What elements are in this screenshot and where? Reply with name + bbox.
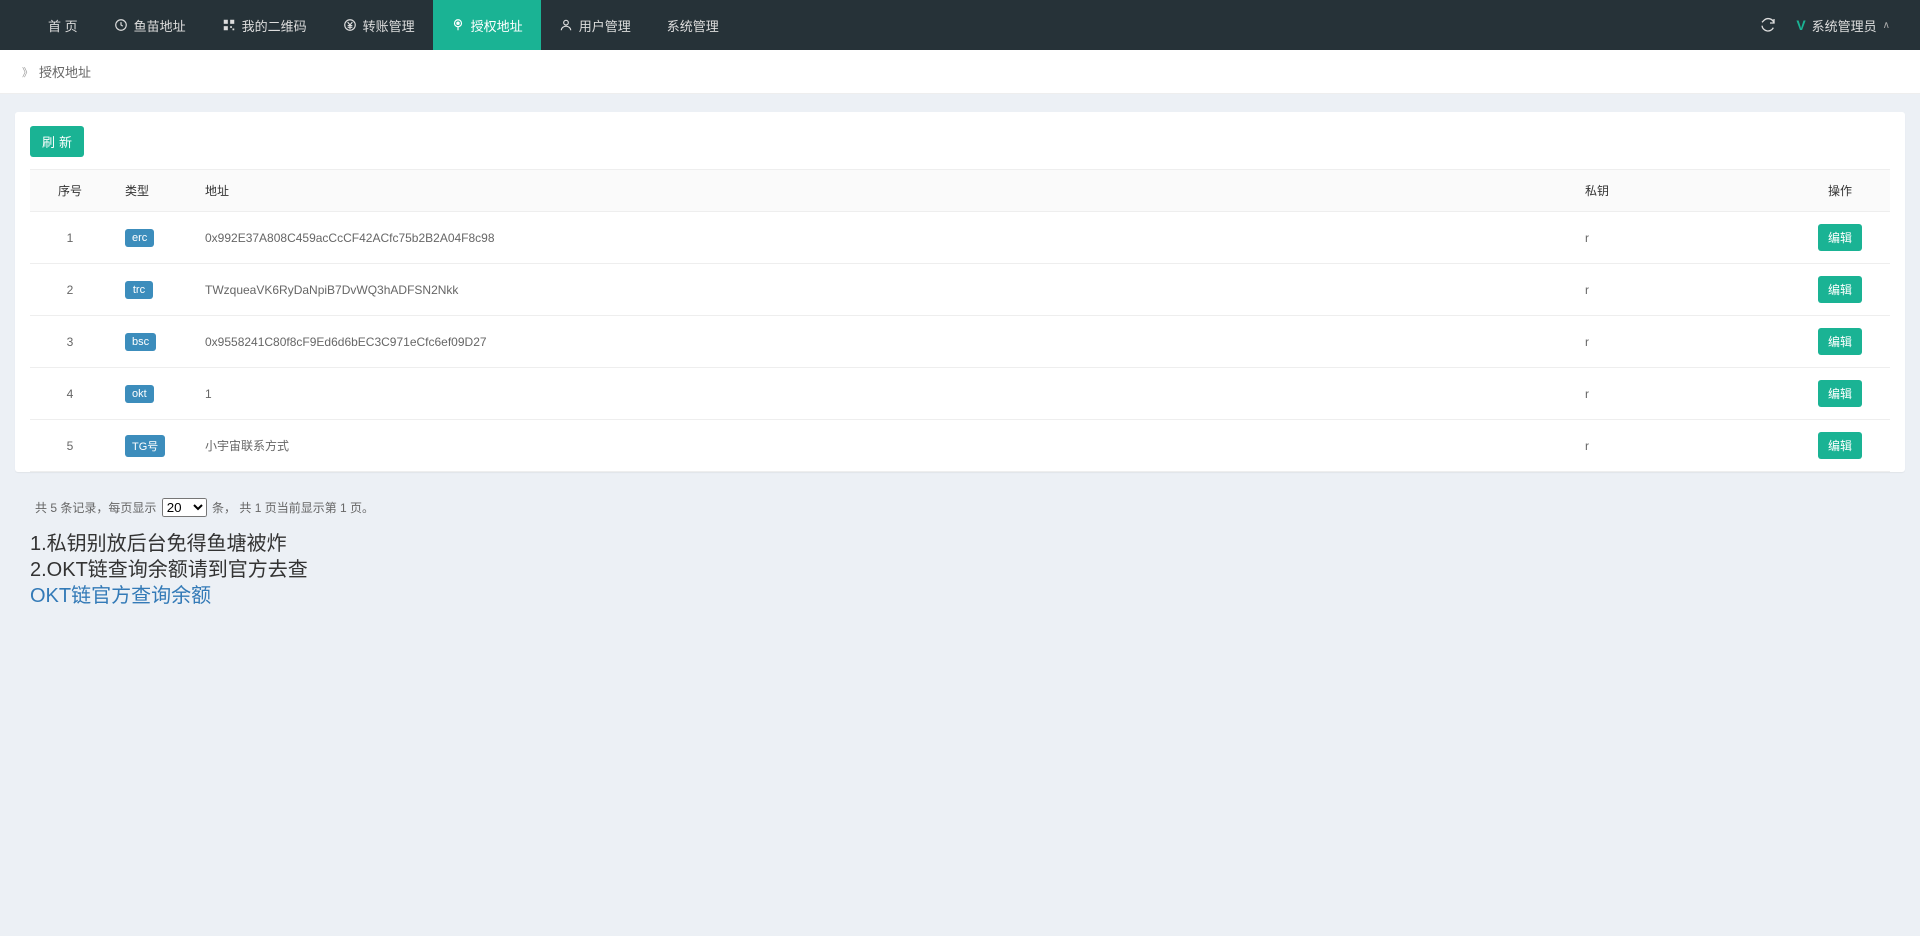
- cell-address: TWzqueaVK6RyDaNpiB7DvWQ3hADFSN2Nkk: [190, 264, 1570, 316]
- cell-address: 1: [190, 368, 1570, 420]
- table-header-row: 序号 类型 地址 私钥 操作: [30, 170, 1890, 212]
- cell-key: r: [1570, 368, 1790, 420]
- cell-key: r: [1570, 264, 1790, 316]
- nav-label: 我的二维码: [242, 16, 307, 35]
- nav-label: 转账管理: [363, 16, 415, 35]
- table-row: 4 okt 1r 编辑: [30, 368, 1890, 420]
- cell-type: okt: [110, 368, 190, 420]
- nav-label: 授权地址: [471, 16, 523, 35]
- cell-key: r: [1570, 212, 1790, 264]
- user-prefix-icon: V: [1796, 17, 1805, 33]
- page-size-select[interactable]: 102050100: [162, 498, 207, 517]
- cell-action: 编辑: [1790, 316, 1890, 368]
- cell-index: 3: [30, 316, 110, 368]
- cell-type: erc: [110, 212, 190, 264]
- nav-transfer[interactable]: 转账管理: [325, 0, 433, 50]
- cell-address: 0x9558241C80f8cF9Ed6d6bEC3C971eCfc6ef09D…: [190, 316, 1570, 368]
- table-row: 5 TG号 小宇宙联系方式r 编辑: [30, 420, 1890, 472]
- footer-note-2: 2.OKT链查询余额请到官方去查: [30, 557, 1890, 583]
- edit-button[interactable]: 编辑: [1818, 328, 1862, 355]
- table-row: 2 trc TWzqueaVK6RyDaNpiB7DvWQ3hADFSN2Nkkr 编…: [30, 264, 1890, 316]
- cell-index: 5: [30, 420, 110, 472]
- type-tag: trc: [125, 281, 153, 299]
- content-wrapper: 刷新 序号 类型 地址 私钥 操作 1 erc 0x992E37A808C459ac…: [0, 94, 1920, 623]
- cell-index: 4: [30, 368, 110, 420]
- edit-button[interactable]: 编辑: [1818, 380, 1862, 407]
- top-navbar: 首 页 鱼苗地址 我的二维码 转账管理 授权地址 用户管理 系统管理: [0, 0, 1920, 50]
- chevron-up-icon: ∧: [1883, 20, 1890, 31]
- type-tag: TG号: [125, 435, 165, 457]
- edit-button[interactable]: 编辑: [1818, 224, 1862, 251]
- cell-index: 1: [30, 212, 110, 264]
- cell-type: trc: [110, 264, 190, 316]
- pagination-suffix: 条， 共 1 页当前显示第 1 页。: [212, 501, 374, 515]
- footer-note-1: 1.私钥别放后台免得鱼塘被炸: [30, 531, 1890, 557]
- nav-user-mgmt[interactable]: 用户管理: [541, 0, 649, 50]
- nav-qrcode[interactable]: 我的二维码: [204, 0, 325, 50]
- breadcrumb: 》 授权地址: [0, 50, 1920, 94]
- cell-type: TG号: [110, 420, 190, 472]
- edit-button[interactable]: 编辑: [1818, 276, 1862, 303]
- nav-system-mgmt[interactable]: 系统管理: [649, 0, 737, 50]
- user-menu[interactable]: V 系统管理员 ∧: [1796, 16, 1890, 35]
- cell-address: 0x992E37A808C459acCcCF42ACfc75b2B2A04F8c…: [190, 212, 1570, 264]
- nav-label: 鱼苗地址: [134, 16, 186, 35]
- nav-auth-address[interactable]: 授权地址: [433, 0, 541, 50]
- table-row: 1 erc 0x992E37A808C459acCcCF42ACfc75b2B2A0…: [30, 212, 1890, 264]
- cell-type: bsc: [110, 316, 190, 368]
- user-label: 系统管理员: [1812, 16, 1877, 35]
- cell-action: 编辑: [1790, 420, 1890, 472]
- nav-fish-address[interactable]: 鱼苗地址: [96, 0, 204, 50]
- cell-action: 编辑: [1790, 264, 1890, 316]
- address-table: 序号 类型 地址 私钥 操作 1 erc 0x992E37A808C459acCcC…: [30, 169, 1890, 472]
- type-tag: okt: [125, 385, 154, 403]
- okt-official-link[interactable]: OKT链官方查询余额: [30, 585, 211, 607]
- nav-left: 首 页 鱼苗地址 我的二维码 转账管理 授权地址 用户管理 系统管理: [10, 0, 737, 50]
- pagination-prefix: 共 5 条记录，每页显示: [35, 501, 160, 515]
- nav-label: 首 页: [48, 16, 78, 35]
- nav-label: 用户管理: [579, 16, 631, 35]
- pin-icon: [451, 18, 465, 32]
- header-address: 地址: [190, 170, 1570, 212]
- main-panel: 刷新 序号 类型 地址 私钥 操作 1 erc 0x992E37A808C459ac…: [15, 112, 1905, 472]
- type-tag: erc: [125, 229, 154, 247]
- type-tag: bsc: [125, 333, 156, 351]
- footer-notes: 1.私钥别放后台免得鱼塘被炸 2.OKT链查询余额请到官方去查 OKT链官方查询…: [15, 527, 1905, 613]
- header-index: 序号: [30, 170, 110, 212]
- breadcrumb-arrow-icon: 》: [22, 64, 33, 80]
- breadcrumb-current: 授权地址: [39, 62, 91, 81]
- clock-icon: [114, 18, 128, 32]
- cell-action: 编辑: [1790, 368, 1890, 420]
- nav-label: 系统管理: [667, 16, 719, 35]
- header-action: 操作: [1790, 170, 1890, 212]
- cell-index: 2: [30, 264, 110, 316]
- refresh-icon[interactable]: [1760, 17, 1776, 33]
- table-row: 3 bsc 0x9558241C80f8cF9Ed6d6bEC3C971eCfc6e…: [30, 316, 1890, 368]
- cell-address: 小宇宙联系方式: [190, 420, 1570, 472]
- user-icon: [559, 18, 573, 32]
- yen-icon: [343, 18, 357, 32]
- cell-key: r: [1570, 316, 1790, 368]
- header-type: 类型: [110, 170, 190, 212]
- nav-home[interactable]: 首 页: [10, 0, 96, 50]
- pagination: 共 5 条记录，每页显示 102050100 条， 共 1 页当前显示第 1 页…: [15, 482, 1905, 527]
- cell-key: r: [1570, 420, 1790, 472]
- refresh-button[interactable]: 刷新: [30, 126, 84, 157]
- cell-action: 编辑: [1790, 212, 1890, 264]
- nav-right: V 系统管理员 ∧: [1760, 16, 1910, 35]
- header-key: 私钥: [1570, 170, 1790, 212]
- qr-icon: [222, 18, 236, 32]
- home-icon: [28, 18, 42, 32]
- edit-button[interactable]: 编辑: [1818, 432, 1862, 459]
